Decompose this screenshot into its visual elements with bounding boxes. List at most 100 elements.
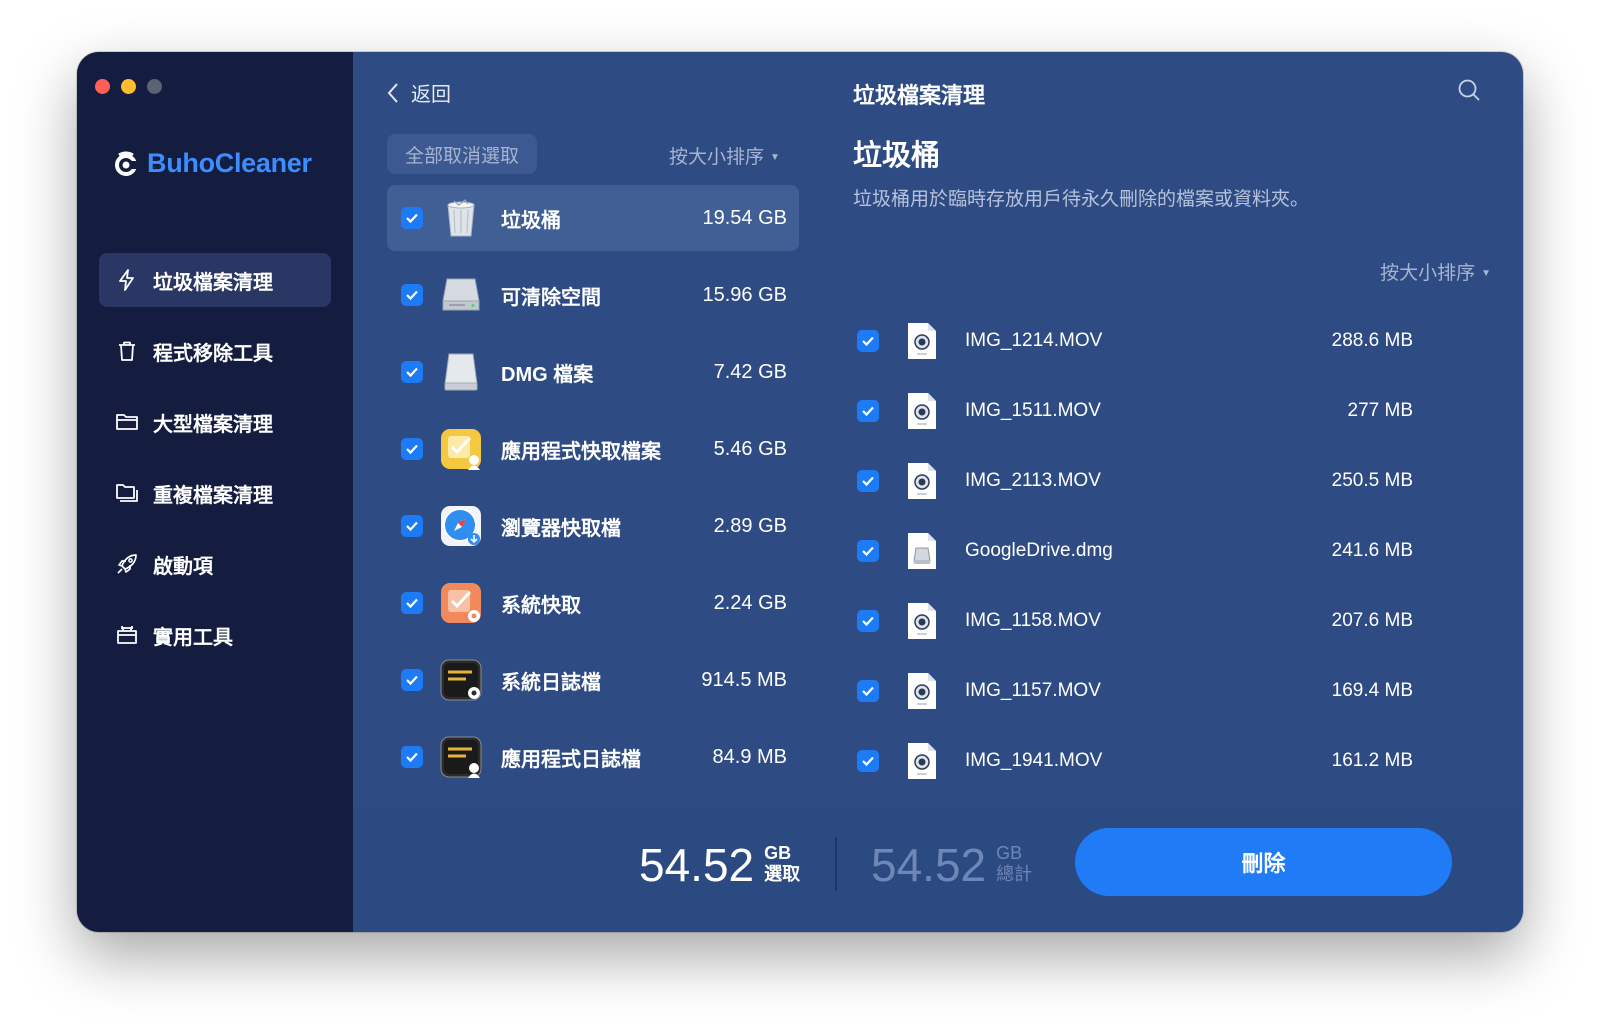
- file-name: IMG_1214.MOV: [965, 330, 1103, 351]
- category-checkbox[interactable]: [401, 669, 423, 691]
- category-size: 914.5 MB: [701, 668, 787, 691]
- system-log-icon: [440, 659, 482, 701]
- category-checkbox[interactable]: [401, 207, 423, 229]
- file-checkbox[interactable]: [857, 400, 879, 422]
- category-size: 5.46 GB: [713, 437, 787, 460]
- category-row-app-logs[interactable]: 應用程式日誌檔 84.9 MB: [387, 724, 799, 790]
- checkmark-icon: [862, 406, 874, 417]
- file-size: 288.6 MB: [1331, 330, 1413, 351]
- search-icon[interactable]: [1457, 78, 1481, 102]
- category-label: 垃圾桶: [501, 209, 561, 232]
- file-size: 169.4 MB: [1331, 680, 1413, 701]
- file-row[interactable]: GoogleDrive.dmg 241.6 MB: [853, 516, 1413, 586]
- back-button[interactable]: 返回: [385, 78, 451, 107]
- file-checkbox[interactable]: [857, 680, 879, 702]
- file-row[interactable]: IMG_1157.MOV 169.4 MB: [853, 656, 1413, 726]
- sidebar-item-label: 實用工具: [153, 626, 233, 649]
- sidebar: BuhoCleaner 垃圾檔案清理 程式移除工具 大型檔案清理 重複檔案清理 …: [77, 52, 353, 932]
- file-size: 161.2 MB: [1331, 750, 1413, 771]
- file-size: 277 MB: [1347, 400, 1413, 421]
- safari-icon: [441, 506, 481, 546]
- file-row[interactable]: IMG_1158.MOV 207.6 MB: [853, 586, 1413, 656]
- file-checkbox[interactable]: [857, 610, 879, 632]
- category-label: 系統快取: [501, 594, 581, 617]
- deselect-all-button[interactable]: 全部取消選取: [387, 134, 537, 174]
- file-row[interactable]: IMG_1214.MOV 288.6 MB: [853, 306, 1413, 376]
- category-row-trash[interactable]: 垃圾桶 19.54 GB: [387, 185, 799, 251]
- category-row-system-cache[interactable]: 系統快取 2.24 GB: [387, 570, 799, 636]
- category-row-system-logs[interactable]: 系統日誌檔 914.5 MB: [387, 647, 799, 713]
- minimize-window-button[interactable]: [121, 79, 136, 94]
- rocket-icon: [117, 554, 137, 574]
- window-controls: [95, 79, 162, 94]
- checkmark-icon: [862, 476, 874, 487]
- checkmark-icon: [406, 213, 418, 224]
- file-row[interactable]: IMG_1941.MOV 161.2 MB: [853, 726, 1413, 796]
- file-size: 207.6 MB: [1331, 610, 1413, 631]
- mov-file-icon: [908, 463, 936, 499]
- selected-size-stat: 54.52 GB 選取: [639, 839, 800, 891]
- file-row[interactable]: IMG_1511.MOV 277 MB: [853, 376, 1413, 446]
- file-name: IMG_1157.MOV: [965, 680, 1101, 701]
- category-size: 7.42 GB: [713, 360, 787, 383]
- checkmark-icon: [862, 686, 874, 697]
- category-checkbox[interactable]: [401, 592, 423, 614]
- category-checkbox[interactable]: [401, 284, 423, 306]
- mov-file-icon: [908, 393, 936, 429]
- category-row-app-cache[interactable]: 應用程式快取檔案 5.46 GB: [387, 416, 799, 482]
- hard-drive-icon: [442, 278, 480, 311]
- file-name: IMG_1511.MOV: [965, 400, 1101, 421]
- file-name: IMG_1941.MOV: [965, 750, 1103, 771]
- selected-size-unit: GB: [764, 843, 792, 863]
- checkmark-icon: [406, 444, 418, 455]
- checkmark-icon: [406, 752, 418, 763]
- file-checkbox[interactable]: [857, 470, 879, 492]
- category-checkbox[interactable]: [401, 361, 423, 383]
- category-row-dmg[interactable]: DMG 檔案 7.42 GB: [387, 339, 799, 405]
- page-title: 垃圾檔案清理: [853, 83, 986, 108]
- category-checkbox[interactable]: [401, 746, 423, 768]
- delete-button[interactable]: 刪除: [1075, 828, 1452, 896]
- file-checkbox[interactable]: [857, 540, 879, 562]
- file-row[interactable]: IMG_2113.MOV 250.5 MB: [853, 446, 1413, 516]
- checkmark-icon: [406, 598, 418, 609]
- sidebar-item-junk-cleaner[interactable]: 垃圾檔案清理: [99, 253, 331, 307]
- checkmark-icon: [862, 546, 874, 557]
- total-size-unit: GB: [996, 843, 1023, 863]
- file-sort-dropdown[interactable]: 按大小排序 ▼: [1380, 258, 1491, 285]
- category-panel: 返回 全部取消選取 按大小排序 ▼ 垃圾桶 19.54 GB 可清除空間 15.…: [353, 52, 823, 807]
- close-window-button[interactable]: [95, 79, 110, 94]
- sort-dropdown[interactable]: 按大小排序 ▼: [669, 142, 780, 169]
- sidebar-item-startup[interactable]: 啟動項: [99, 537, 331, 591]
- category-description: 垃圾桶用於臨時存放用戶待永久刪除的檔案或資料夾。: [853, 189, 1310, 210]
- category-row-browser-cache[interactable]: 瀏覽器快取檔 2.89 GB: [387, 493, 799, 559]
- system-cache-icon: [441, 583, 481, 623]
- file-checkbox[interactable]: [857, 750, 879, 772]
- detail-panel: 垃圾檔案清理 垃圾桶 垃圾桶用於臨時存放用戶待永久刪除的檔案或資料夾。 按大小排…: [823, 52, 1523, 807]
- checkmark-icon: [406, 367, 418, 378]
- zoom-window-button[interactable]: [147, 79, 162, 94]
- footer-divider: [835, 837, 837, 891]
- checkmark-icon: [862, 336, 874, 347]
- sidebar-item-uninstaller[interactable]: 程式移除工具: [99, 324, 331, 378]
- sidebar-item-toolkit[interactable]: 實用工具: [99, 608, 331, 662]
- dmg-file-icon: [908, 533, 936, 569]
- category-size: 2.24 GB: [713, 591, 787, 614]
- sidebar-item-duplicates[interactable]: 重複檔案清理: [99, 466, 331, 520]
- brand: BuhoCleaner: [113, 148, 312, 179]
- category-checkbox[interactable]: [401, 515, 423, 537]
- checkmark-icon: [862, 756, 874, 767]
- app-cache-icon: [441, 429, 481, 470]
- category-label: 應用程式日誌檔: [501, 748, 641, 771]
- file-checkbox[interactable]: [857, 330, 879, 352]
- sidebar-item-large-files[interactable]: 大型檔案清理: [99, 395, 331, 449]
- file-name: IMG_1158.MOV: [965, 610, 1101, 631]
- back-label: 返回: [411, 84, 451, 106]
- category-label: 可清除空間: [501, 286, 601, 309]
- app-name: BuhoCleaner: [147, 148, 312, 178]
- category-row-purgeable[interactable]: 可清除空間 15.96 GB: [387, 262, 799, 328]
- file-size: 241.6 MB: [1331, 540, 1413, 561]
- footer-bar: 54.52 GB 選取 54.52 GB 總計 刪除: [353, 807, 1523, 932]
- trash-bin-icon: [447, 199, 475, 237]
- category-checkbox[interactable]: [401, 438, 423, 460]
